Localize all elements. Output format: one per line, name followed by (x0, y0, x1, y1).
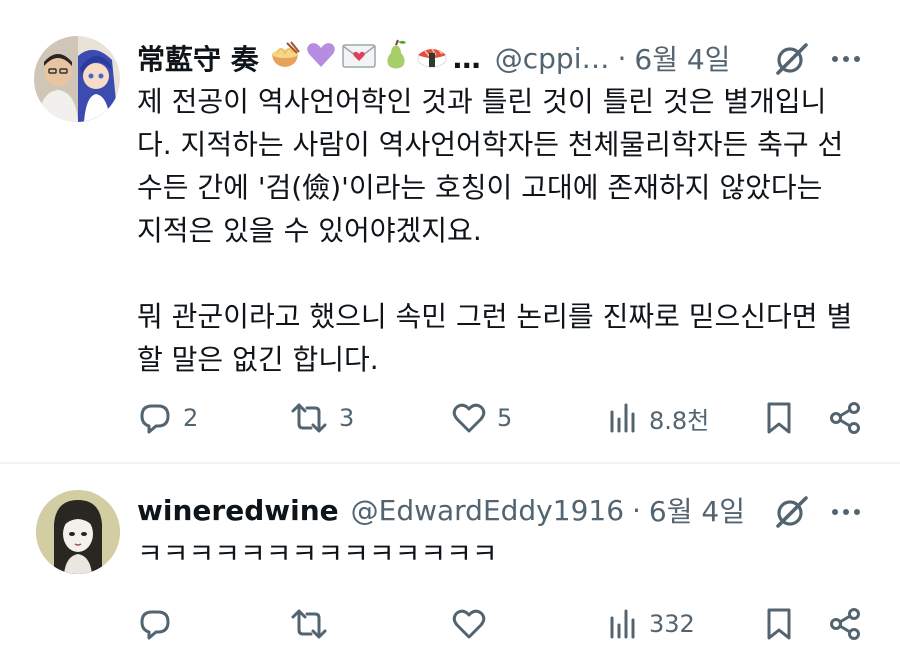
post-date[interactable]: 6월 4일 (634, 38, 730, 78)
views-button[interactable]: 332 (607, 604, 695, 644)
tweet-header: wineredwine @EdwardEddy1916 · 6월 4일 (137, 490, 745, 530)
separator-dot: · (632, 493, 641, 527)
retweet-count: 3 (339, 404, 355, 432)
heart-icon (451, 400, 487, 436)
like-button[interactable]: 5 (451, 398, 512, 438)
share-button[interactable] (827, 398, 863, 438)
view-count: 332 (649, 610, 695, 638)
pear-emoji-icon (381, 39, 411, 78)
retweet-button[interactable] (289, 604, 339, 644)
grok-icon[interactable] (772, 492, 812, 532)
heart-icon (451, 606, 487, 642)
bookmark-button[interactable] (763, 398, 795, 438)
tweet-actions: 2 3 5 8.8천 (137, 398, 867, 438)
display-name[interactable]: 常藍守 奏 (137, 38, 259, 78)
view-count: 8.8천 (649, 406, 710, 435)
share-icon (827, 606, 863, 642)
retweet-button[interactable]: 3 (289, 398, 354, 438)
share-icon (827, 400, 863, 436)
separator-dot: · (617, 41, 627, 75)
more-dots-icon[interactable] (826, 492, 866, 532)
tweet-text: 제 전공이 역사언어학인 것과 틀린 것이 틀린 것은 별개입니다. 지적하는 … (137, 80, 857, 381)
grok-icon[interactable] (772, 39, 812, 79)
reply-button[interactable] (137, 604, 183, 644)
noodle-bowl-emoji-icon (269, 39, 301, 78)
views-chart-icon (607, 606, 639, 642)
tweet-paragraph: 뭐 관군이라고 했으니 속민 그런 논리를 진짜로 믿으신다면 별 할 말은 없… (137, 300, 853, 376)
sushi-emoji-icon (415, 39, 449, 78)
tweet-paragraph: 제 전공이 역사언어학인 것과 틀린 것이 틀린 것은 별개입니다. 지적하는 … (137, 85, 844, 247)
avatar[interactable] (36, 490, 120, 574)
reply-count: 2 (183, 404, 199, 432)
bookmark-icon (763, 606, 795, 642)
tweet[interactable]: 常藍守 奏 … @cppi… · 6월 4일 제 전공이 역사언어학인 것과 틀… (0, 0, 900, 462)
love-letter-emoji-icon (341, 39, 377, 78)
retweet-icon (289, 400, 329, 436)
share-button[interactable] (827, 604, 863, 644)
tweet-header: 常藍守 奏 … @cppi… · 6월 4일 (137, 38, 730, 78)
tweet-actions: 332 (137, 604, 867, 644)
avatar[interactable] (34, 36, 120, 122)
name-ellipsis: … (452, 41, 481, 75)
bookmark-icon (763, 400, 795, 436)
tweet-paragraph: ㅋㅋㅋㅋㅋㅋㅋㅋㅋㅋㅋㅋㅋㅋ (137, 537, 498, 570)
user-handle[interactable]: @EdwardEddy1916 (351, 494, 624, 527)
reply-button[interactable]: 2 (137, 398, 198, 438)
views-chart-icon (607, 400, 639, 436)
like-button[interactable] (451, 604, 497, 644)
user-handle[interactable]: @cppi… (495, 42, 610, 75)
reply-icon (137, 606, 173, 642)
post-date[interactable]: 6월 4일 (649, 490, 745, 530)
reply-icon (137, 400, 173, 436)
more-dots-icon[interactable] (826, 39, 866, 79)
display-name[interactable]: wineredwine (137, 494, 339, 527)
tweet[interactable]: wineredwine @EdwardEddy1916 · 6월 4일 ㅋㅋㅋㅋ… (0, 464, 900, 665)
like-count: 5 (497, 404, 513, 432)
tweet-text: ㅋㅋㅋㅋㅋㅋㅋㅋㅋㅋㅋㅋㅋㅋ (137, 532, 857, 575)
purple-heart-emoji-icon (305, 39, 337, 78)
retweet-icon (289, 606, 329, 642)
views-button[interactable]: 8.8천 (607, 398, 709, 438)
bookmark-button[interactable] (763, 604, 795, 644)
